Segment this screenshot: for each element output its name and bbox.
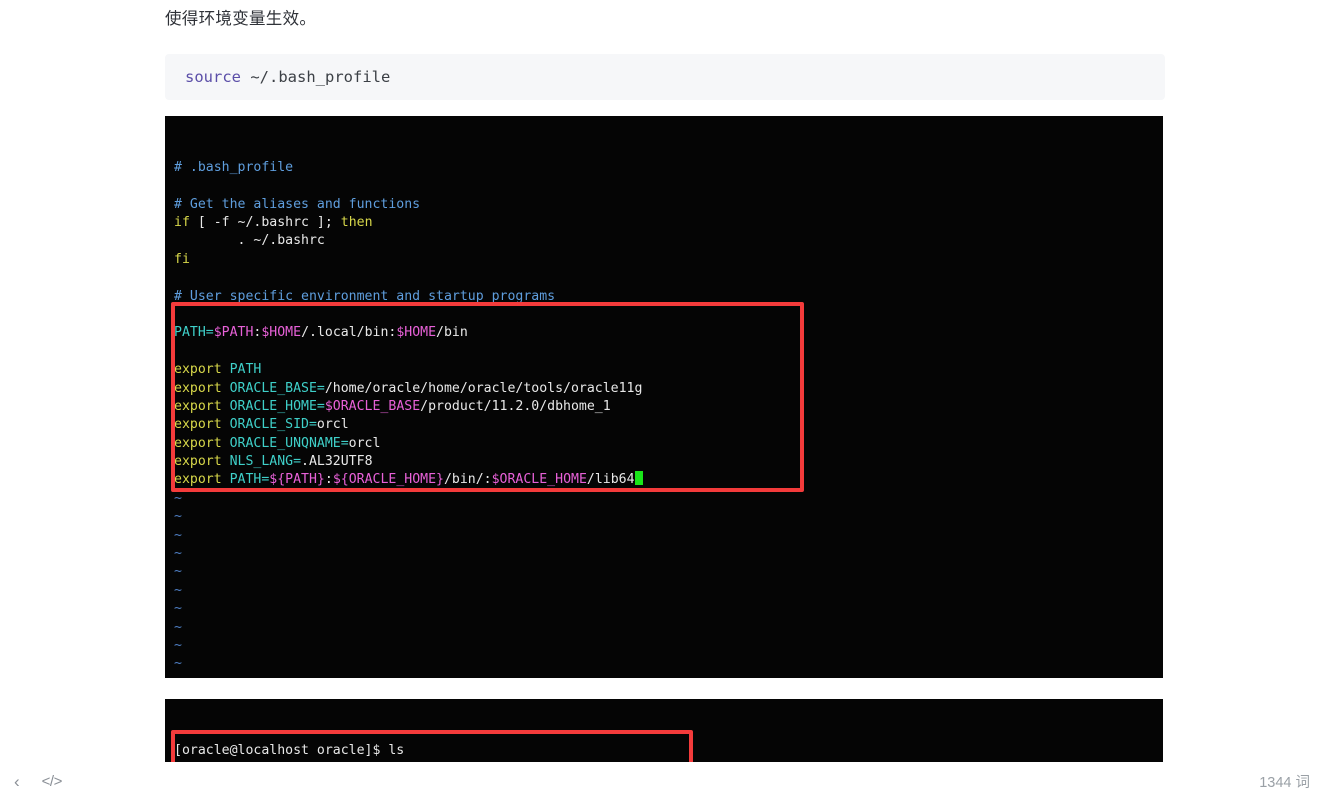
vim-text: /home/oracle/home/oracle/tools/oracle11g: [324, 380, 643, 396]
vim-line: [174, 177, 1163, 195]
vim-terminal-content: # .bash_profile # Get the aliases and fu…: [165, 153, 1163, 678]
terminal-cursor: [634, 471, 643, 486]
vim-text: ~: [174, 546, 182, 562]
vim-text: export: [174, 435, 230, 451]
vim-text: # .bash_profile: [174, 159, 294, 175]
vim-line: export ORACLE_UNQNAME=orcl: [174, 435, 1163, 453]
vim-text: . ~/.bashrc: [174, 233, 325, 249]
vim-text: ORACLE_HOME=: [229, 398, 325, 414]
vim-line: ~: [174, 508, 1163, 526]
vim-text: ~: [174, 582, 182, 598]
shell-line: [oracle@localhost oracle]$ ls: [174, 742, 1163, 760]
vim-line: PATH=$PATH:$HOME/.local/bin:$HOME/bin: [174, 324, 1163, 342]
vim-text: export: [174, 472, 230, 488]
vim-line: ~: [174, 545, 1163, 563]
vim-text: export: [174, 454, 230, 470]
inline-code-block: source ~/.bash_profile: [165, 54, 1165, 100]
vim-text: ${PATH}: [269, 472, 325, 488]
vim-text: PATH: [229, 362, 262, 378]
vim-text: export: [174, 398, 230, 414]
shell-text: [oracle@localhost oracle]$ ls: [174, 742, 405, 758]
vim-text: # Get the aliases and functions: [174, 196, 421, 212]
vim-text: .AL32UTF8: [301, 454, 373, 470]
vim-text: ~: [174, 527, 182, 543]
vim-text: /product/11.2.0/dbhome_1: [420, 398, 611, 414]
vim-text: $PATH: [213, 325, 254, 341]
paragraph-text: 使得环境变量生效。: [165, 10, 317, 28]
vim-text: ${ORACLE_HOME}: [332, 472, 444, 488]
vim-text: ~: [174, 564, 182, 580]
code-keyword-source: source: [185, 68, 241, 86]
vim-text: ~: [174, 637, 182, 653]
vim-line: ~: [174, 619, 1163, 637]
vim-line: ~: [174, 637, 1163, 655]
vim-text: NLS_LANG=: [229, 454, 302, 470]
vim-line: ~: [174, 563, 1163, 581]
vim-line: . ~/.bashrc: [174, 232, 1163, 250]
vim-line: export ORACLE_SID=orcl: [174, 416, 1163, 434]
vim-text: ~: [174, 490, 182, 506]
article-column: 使得环境变量生效。 source ~/.bash_profile: [165, 0, 1165, 100]
vim-text: orcl: [316, 417, 349, 433]
vim-line: # .bash_profile: [174, 159, 1163, 177]
vim-text: /.local/bin:: [301, 325, 397, 341]
vim-text: # User specific environment and startup …: [174, 288, 556, 304]
vim-text: $ORACLE_HOME: [491, 472, 587, 488]
vim-line: ~: [174, 600, 1163, 618]
word-count-label: 1344 词: [1259, 774, 1310, 791]
vim-line: fi: [174, 251, 1163, 269]
vim-text: [ -f ~/.bashrc ];: [189, 214, 333, 230]
vim-line: ~: [174, 490, 1163, 508]
vim-line: if [ -f ~/.bashrc ]; then: [174, 214, 1163, 232]
vim-text: PATH=: [174, 325, 214, 341]
vim-text: ORACLE_BASE=: [229, 380, 325, 396]
vim-text: ORACLE_UNQNAME=: [229, 435, 349, 451]
vim-line: # Get the aliases and functions: [174, 196, 1163, 214]
vim-text: ~: [174, 619, 182, 635]
vim-text: then: [332, 214, 373, 230]
vim-text: export: [174, 417, 230, 433]
vim-text: PATH=: [229, 472, 270, 488]
vim-line: # User specific environment and startup …: [174, 288, 1163, 306]
vim-text: if: [174, 214, 190, 230]
vim-text: /bin/:: [443, 472, 492, 488]
vim-text: ORACLE_SID=: [229, 417, 317, 433]
vim-text: export: [174, 380, 230, 396]
bottom-toolbar: ‹ </> 1344 词: [0, 762, 1332, 800]
vim-text: fi: [174, 251, 190, 267]
code-view-icon[interactable]: </>: [42, 774, 63, 789]
vim-text: $HOME: [396, 325, 437, 341]
vim-line: export NLS_LANG=.AL32UTF8: [174, 453, 1163, 471]
vim-line: [174, 269, 1163, 287]
vim-line: export ORACLE_HOME=$ORACLE_BASE/product/…: [174, 398, 1163, 416]
vim-text: /lib64: [586, 472, 635, 488]
code-argument-path: ~/.bash_profile: [241, 68, 391, 86]
vim-line: export ORACLE_BASE=/home/oracle/home/ora…: [174, 380, 1163, 398]
vim-line: export PATH=${PATH}:${ORACLE_HOME}/bin/:…: [174, 471, 1163, 489]
vim-line: [174, 306, 1163, 324]
vim-line: ~: [174, 527, 1163, 545]
bottom-toolbar-left-group: ‹ </>: [0, 773, 62, 790]
vim-line: ~: [174, 674, 1163, 678]
vim-line: ~: [174, 655, 1163, 673]
vim-line: [174, 343, 1163, 361]
vim-text: ~: [174, 675, 182, 678]
vim-terminal-screenshot: # .bash_profile # Get the aliases and fu…: [165, 116, 1163, 678]
chevron-left-icon[interactable]: ‹: [14, 773, 20, 790]
vim-text: ~: [174, 656, 182, 672]
vim-line: export PATH: [174, 361, 1163, 379]
vim-text: ~: [174, 601, 182, 617]
vim-text: ~: [174, 509, 182, 525]
page-root: 使得环境变量生效。 source ~/.bash_profile # .bash…: [0, 0, 1332, 800]
vim-text: $HOME: [261, 325, 302, 341]
vim-text: /bin: [436, 325, 468, 341]
vim-line: ~: [174, 582, 1163, 600]
vim-text: :: [324, 472, 333, 488]
vim-text: orcl: [348, 435, 381, 451]
vim-text: $ORACLE_BASE: [324, 398, 421, 414]
vim-text: export: [174, 362, 230, 378]
